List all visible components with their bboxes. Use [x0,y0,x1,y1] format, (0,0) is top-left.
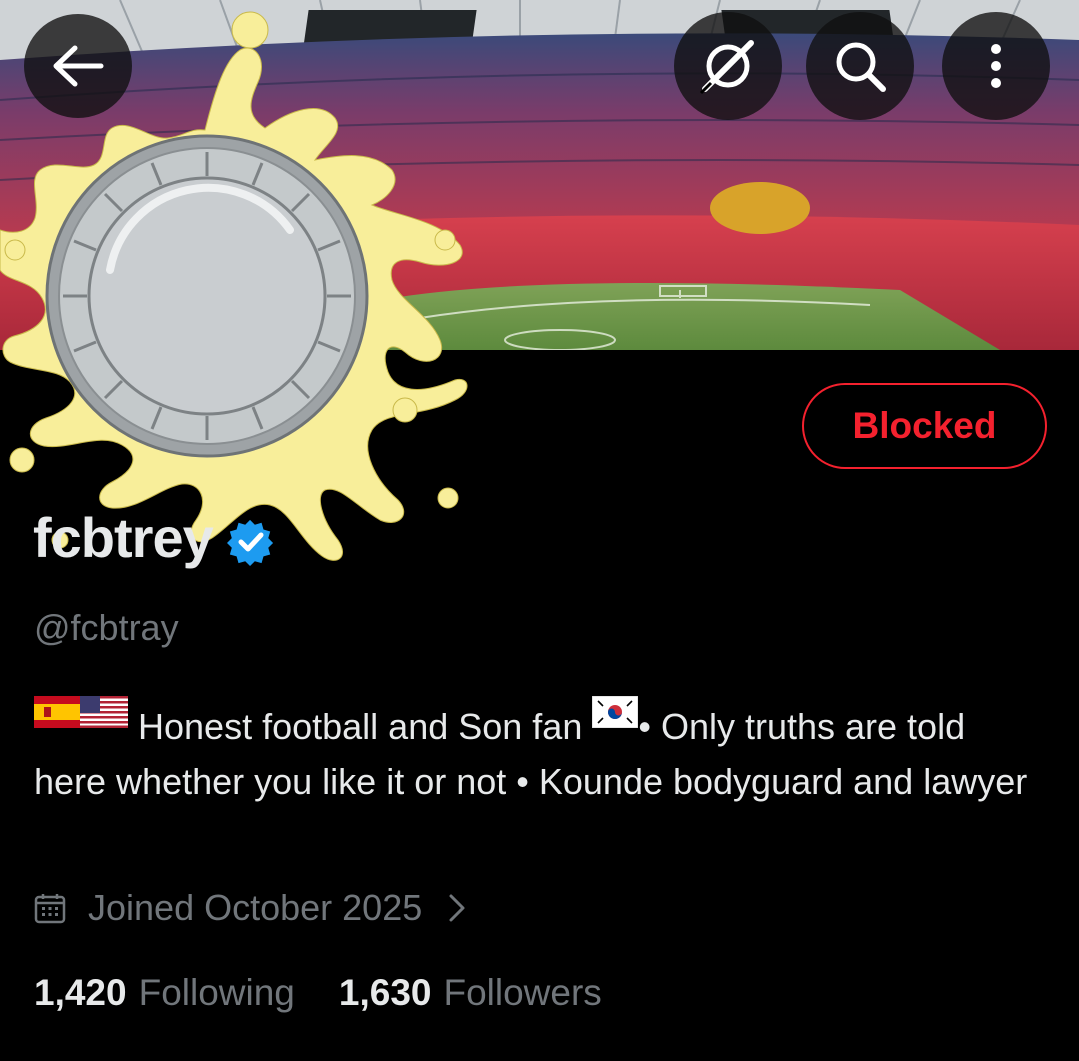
chevron-right-icon [449,894,465,922]
following-label: Following [138,972,295,1013]
blocked-button[interactable]: Blocked [802,383,1047,469]
more-options-button[interactable] [942,12,1050,120]
grok-icon [699,40,754,95]
search-icon [836,42,886,92]
name-row: fcbtrey [33,505,275,570]
search-button[interactable] [806,12,914,120]
more-vertical-icon [991,44,1001,88]
south-korea-flag-icon [592,688,639,743]
following-count: 1,420 [34,972,127,1013]
bio-text-part1: Honest football and Son fan [138,706,583,747]
followers-label: Followers [443,972,602,1013]
verified-badge-icon[interactable] [226,518,275,566]
grok-button[interactable] [674,12,782,120]
spain-flag-icon [34,688,80,743]
avatar-coin-splash-image [0,11,468,561]
joined-date-row[interactable]: Joined October 2025 [34,887,466,929]
display-name: fcbtrey [33,506,214,569]
joined-date: Joined October 2025 [88,887,423,928]
calendar-icon [34,894,66,924]
usa-flag-icon [80,688,128,743]
bio: Honest football and Son fan • Only truth… [34,688,1034,809]
followers-count: 1,630 [338,972,432,1013]
following-link[interactable]: 1,420 Following [34,972,295,1014]
follow-stats: 1,420 Following 1,630 Followers [34,972,646,1014]
handle: @fcbtray [34,607,179,648]
profile-avatar[interactable] [0,0,480,580]
followers-link[interactable]: 1,630 Followers [339,972,602,1014]
